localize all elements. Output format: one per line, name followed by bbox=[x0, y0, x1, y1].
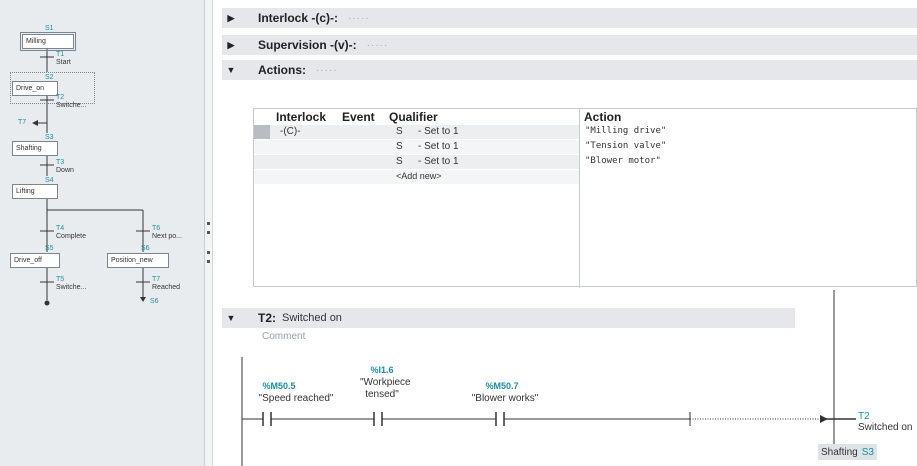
actions-section-label: Actions: bbox=[258, 63, 306, 77]
overview-step-num: S2 bbox=[45, 74, 54, 81]
overview-transition-t6[interactable]: T6 Next po... bbox=[152, 225, 182, 241]
supervision-section-label: Supervision -(v)-: bbox=[258, 38, 357, 52]
splitter-grip bbox=[207, 251, 210, 254]
overview-step-milling[interactable]: Milling bbox=[20, 32, 76, 51]
cell-action[interactable]: "Blower motor" bbox=[585, 156, 661, 166]
splitter-grip bbox=[207, 260, 210, 263]
actions-table[interactable]: Interlock Event Qualifier Action -(C)- S… bbox=[253, 108, 917, 288]
overview-step-num: S1 bbox=[45, 25, 54, 32]
col-header-qualifier[interactable]: Qualifier bbox=[389, 110, 438, 124]
supervision-section-header[interactable]: ▶ Supervision -(v)-: ····· bbox=[222, 35, 917, 55]
interlock-section-label: Interlock -(c)-: bbox=[258, 11, 339, 25]
section-placeholder: ····· bbox=[348, 12, 370, 24]
overview-jump-label: T7 bbox=[18, 119, 27, 126]
transition-label[interactable]: T2 Switched on bbox=[858, 411, 912, 433]
overview-step-lifting[interactable]: Lifting bbox=[12, 184, 58, 199]
overview-step-num: S4 bbox=[45, 177, 54, 184]
interlock-section-header[interactable]: ▶ Interlock -(c)-: ····· bbox=[222, 8, 917, 28]
overview-transition-t2[interactable]: T2 Switche... bbox=[56, 94, 86, 110]
section-placeholder: ····· bbox=[316, 64, 338, 76]
cell-qualifier-desc: - Set to 1 bbox=[418, 126, 459, 137]
cell-qualifier[interactable]: S bbox=[396, 126, 403, 137]
overview-step-drive-off[interactable]: Drive_off bbox=[10, 253, 60, 268]
overview-step-num: S5 bbox=[45, 245, 54, 252]
overview-step-position-new[interactable]: Position_new bbox=[107, 253, 169, 268]
overview-step-shafting[interactable]: Shafting bbox=[12, 141, 58, 156]
section-placeholder: ····· bbox=[366, 39, 389, 51]
actions-section-header[interactable]: ▼ Actions: ····· bbox=[222, 60, 917, 80]
ladder-network[interactable] bbox=[230, 290, 917, 466]
table-row[interactable] bbox=[254, 140, 579, 154]
table-row[interactable] bbox=[254, 125, 579, 139]
overview-transition-t3[interactable]: T3 Down bbox=[56, 159, 74, 175]
overview-transition-t1[interactable]: T1 Start bbox=[56, 51, 71, 67]
overview-transition-t5[interactable]: T5 Switche... bbox=[56, 276, 86, 292]
next-step-number: S3 bbox=[861, 446, 874, 458]
splitter-grip bbox=[207, 222, 210, 225]
operand-symbol[interactable]: "Workpiece tensed" bbox=[360, 377, 411, 401]
transition-number: T2 bbox=[858, 411, 870, 422]
col-header-interlock[interactable]: Interlock bbox=[276, 110, 326, 124]
cell-qualifier[interactable]: S bbox=[396, 141, 403, 152]
pane-splitter[interactable] bbox=[205, 0, 213, 466]
expand-triangle-icon[interactable]: ▶ bbox=[222, 40, 240, 51]
collapse-triangle-icon[interactable]: ▼ bbox=[222, 65, 240, 75]
cell-interlock[interactable]: -(C)- bbox=[280, 126, 301, 137]
next-step-name: Shafting bbox=[821, 446, 858, 458]
transition-label-name: Switched on bbox=[858, 422, 913, 433]
operand-symbol[interactable]: "Speed reached" bbox=[244, 393, 348, 405]
operand-address[interactable]: %I1.6 bbox=[355, 365, 409, 375]
operand-address[interactable]: %M50.7 bbox=[478, 381, 526, 391]
col-header-action[interactable]: Action bbox=[584, 110, 621, 124]
expand-triangle-icon[interactable]: ▶ bbox=[222, 13, 240, 24]
overview-step-drive-on[interactable]: Drive_on bbox=[12, 81, 58, 96]
overview-step-num: S3 bbox=[45, 134, 54, 141]
add-new-row[interactable]: <Add new> bbox=[396, 171, 442, 181]
cell-qualifier[interactable]: S bbox=[396, 156, 403, 167]
table-row[interactable] bbox=[254, 155, 579, 169]
column-separator bbox=[579, 109, 580, 288]
row-selector[interactable] bbox=[254, 125, 270, 139]
overview-transition-t7[interactable]: T7 Reached bbox=[152, 276, 180, 292]
cell-action[interactable]: "Tension valve" bbox=[585, 141, 666, 151]
cell-action[interactable]: "Milling drive" bbox=[585, 126, 666, 136]
cell-qualifier-desc: - Set to 1 bbox=[418, 156, 459, 167]
operand-address[interactable]: %M50.5 bbox=[244, 381, 314, 391]
overview-transition-t4[interactable]: T4 Complete bbox=[56, 225, 86, 241]
splitter-grip bbox=[207, 231, 210, 234]
cell-qualifier-desc: - Set to 1 bbox=[418, 141, 459, 152]
overview-jump-target: S6 bbox=[150, 298, 159, 305]
next-step-box[interactable]: Shafting S3 bbox=[818, 444, 877, 460]
operand-symbol[interactable]: "Blower works" bbox=[456, 393, 554, 405]
sequence-overview-pane[interactable]: S1 Milling T1 Start S2 Drive_on T2 Switche… bbox=[0, 0, 205, 466]
col-header-event[interactable]: Event bbox=[342, 110, 375, 124]
overview-step-num: S6 bbox=[141, 245, 150, 252]
